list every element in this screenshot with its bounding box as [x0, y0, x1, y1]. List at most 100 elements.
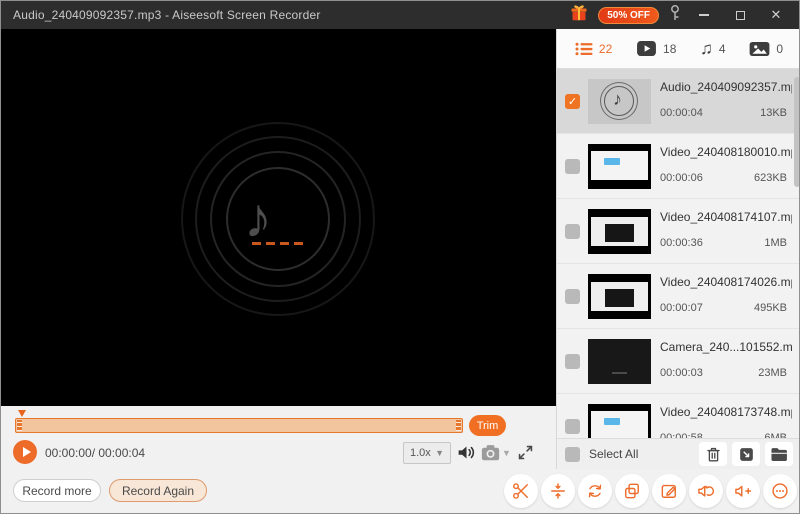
record-more-button[interactable]: Record more	[13, 479, 101, 502]
register-key-icon[interactable]	[669, 4, 681, 27]
file-name: Video_240408174026.mp4	[660, 275, 792, 289]
music-note-icon: ♪	[244, 185, 272, 250]
recording-library-sidebar: 22 18 ♫ 4 0 ✓	[556, 29, 800, 469]
tab-count: 18	[663, 42, 676, 56]
tab-all-recordings[interactable]: 22	[575, 42, 612, 56]
export-button[interactable]	[732, 442, 760, 466]
close-button[interactable]: ✕	[763, 5, 789, 25]
trim-button[interactable]: Trim	[469, 415, 506, 436]
file-checkbox[interactable]	[565, 159, 580, 174]
volume-booster-button[interactable]	[726, 474, 760, 508]
file-row[interactable]: Video_240408173748.mp4 00:00:58 6MB	[557, 394, 800, 438]
file-thumbnail	[588, 404, 651, 438]
file-row[interactable]: ✓ Audio_240409092357.mp3 00:00:04 13KB	[557, 69, 800, 134]
file-name: Audio_240409092357.mp3	[660, 80, 792, 94]
file-thumbnail	[588, 79, 651, 124]
copy-icon	[622, 481, 642, 501]
rotate-arrows-icon	[585, 481, 605, 501]
file-thumbnail	[588, 339, 651, 384]
file-size: 1MB	[764, 237, 787, 249]
merge-button[interactable]	[615, 474, 649, 508]
merge-vertical-button[interactable]	[541, 474, 575, 508]
play-icon	[23, 447, 31, 457]
speed-value: 1.0x	[410, 447, 431, 459]
file-name: Camera_240...101552.mp4	[660, 340, 792, 354]
open-folder-button[interactable]	[765, 442, 793, 466]
trash-icon	[704, 445, 723, 464]
gift-icon[interactable]	[570, 4, 588, 26]
window-title: Audio_240409092357.mp3 - Aiseesoft Scree…	[13, 8, 321, 22]
maximize-button[interactable]	[727, 5, 753, 25]
scissors-icon	[511, 481, 531, 501]
minimize-icon	[699, 14, 709, 16]
audio-editor-button[interactable]	[689, 474, 723, 508]
more-tools-button[interactable]	[763, 474, 797, 508]
file-row[interactable]: Video_240408174107.mp4 00:00:36 1MB	[557, 199, 800, 264]
file-duration: 00:00:04	[660, 107, 703, 119]
snapshot-chevron-icon[interactable]: ▼	[502, 448, 511, 458]
tab-count: 0	[776, 42, 783, 56]
list-icon	[575, 42, 593, 56]
file-thumbnail	[588, 274, 651, 319]
tab-count: 4	[719, 42, 726, 56]
file-duration: 00:00:06	[660, 172, 703, 184]
selectall-row: Select All	[557, 438, 800, 469]
trim-timeline[interactable]	[15, 418, 463, 433]
folder-icon	[769, 445, 789, 464]
file-size: 13KB	[760, 107, 787, 119]
tab-screenshots[interactable]: 0	[749, 41, 783, 57]
app-window: Audio_240409092357.mp3 - Aiseesoft Scree…	[0, 0, 800, 514]
cut-button[interactable]	[504, 474, 538, 508]
export-icon	[737, 445, 756, 464]
speaker-convert-icon	[696, 481, 716, 501]
file-duration: 00:00:07	[660, 302, 703, 314]
image-icon	[749, 41, 770, 57]
file-checkbox[interactable]	[565, 289, 580, 304]
edit-tools	[504, 474, 797, 508]
speaker-plus-icon	[733, 481, 753, 501]
trim-handle-start[interactable]	[16, 419, 23, 432]
record-again-button[interactable]: Record Again	[109, 479, 207, 502]
file-size: 23MB	[758, 367, 787, 379]
file-size: 495KB	[754, 302, 787, 314]
chevron-down-icon: ▼	[435, 448, 444, 458]
playhead-marker[interactable]	[18, 410, 26, 417]
file-row[interactable]: Video_240408174026.mp4 00:00:07 495KB	[557, 264, 800, 329]
convert-button[interactable]	[578, 474, 612, 508]
file-checkbox[interactable]	[565, 419, 580, 434]
fullscreen-button[interactable]	[514, 441, 536, 463]
edit-pencil-icon	[659, 481, 679, 501]
select-all-checkbox[interactable]	[565, 447, 580, 462]
file-checkbox[interactable]	[565, 224, 580, 239]
maximize-icon	[736, 11, 745, 20]
trim-handle-end[interactable]	[455, 419, 462, 432]
library-tabbar: 22 18 ♫ 4 0	[557, 29, 800, 69]
file-row[interactable]: Camera_240...101552.mp4 00:00:03 23MB	[557, 329, 800, 394]
scrollbar-thumb[interactable]	[794, 77, 800, 187]
file-checkbox[interactable]: ✓	[565, 94, 580, 109]
file-thumbnail	[588, 209, 651, 254]
file-thumbnail	[588, 144, 651, 189]
file-row[interactable]: Video_240408180010.mp4 00:00:06 623KB	[557, 134, 800, 199]
tab-videos[interactable]: 18	[636, 40, 676, 57]
file-name: Video_240408173748.mp4	[660, 405, 792, 419]
delete-button[interactable]	[699, 442, 727, 466]
more-dots-icon	[770, 481, 790, 501]
music-icon: ♫	[700, 40, 713, 57]
snapshot-button[interactable]	[479, 441, 501, 463]
play-button[interactable]	[13, 440, 37, 464]
time-display: 00:00:00/ 00:00:04	[45, 446, 145, 460]
edit-button[interactable]	[652, 474, 686, 508]
compress-icon	[548, 481, 568, 501]
playback-speed-select[interactable]: 1.0x ▼	[403, 442, 451, 464]
tab-audio[interactable]: ♫ 4	[700, 40, 725, 57]
promo-badge[interactable]: 50% OFF	[598, 7, 659, 24]
file-duration: 00:00:36	[660, 237, 703, 249]
file-name: Video_240408180010.mp4	[660, 145, 792, 159]
volume-button[interactable]	[455, 441, 477, 463]
minimize-button[interactable]	[691, 5, 717, 25]
file-checkbox[interactable]	[565, 354, 580, 369]
close-icon: ✕	[771, 7, 782, 23]
playback-panel: Trim 00:00:00/ 00:00:04 1.0x ▼ ▼	[1, 406, 556, 469]
titlebar: Audio_240409092357.mp3 - Aiseesoft Scree…	[1, 1, 799, 29]
